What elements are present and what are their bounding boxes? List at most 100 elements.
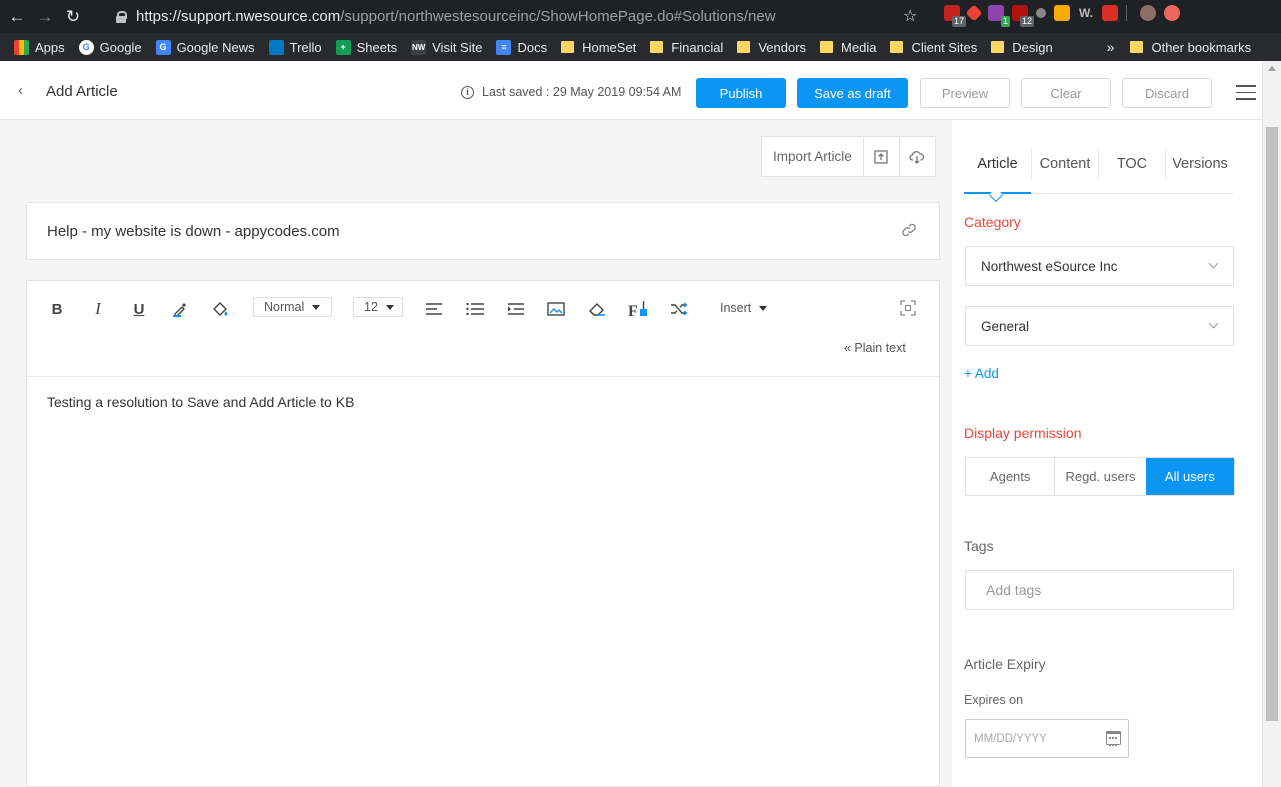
folder-icon [820,41,834,53]
menu-icon[interactable] [1236,85,1256,105]
bookmark-sheets[interactable]: + Sheets [335,39,397,55]
light-extension-icon[interactable] [1036,8,1046,18]
bullet-list-icon[interactable] [466,299,484,319]
bookmark-media[interactable]: Media [820,40,876,55]
article-expiry-label: Article Expiry [964,656,1046,672]
text-color-icon[interactable] [171,299,189,319]
docs-icon: ≡ [496,39,512,55]
caret-down-icon [312,304,321,310]
bookmark-visit-site[interactable]: NW Visit Site [411,39,482,55]
tab-content[interactable]: Content [1031,148,1098,180]
w-extension-icon[interactable]: W. [1078,5,1094,21]
fullscreen-icon[interactable] [900,300,916,319]
address-bar[interactable]: https://support.nwesource.com/support/no… [110,4,932,29]
calendar-icon[interactable] [1106,731,1121,746]
plain-text-toggle[interactable]: « Plain text [844,341,906,355]
background-color-icon[interactable] [211,299,231,319]
permission-toggle: Agents Regd. users All users [965,457,1235,496]
underline-icon[interactable]: U [131,299,147,319]
bookmark-star-icon[interactable]: ☆ [903,6,917,26]
import-article-button[interactable]: Import Article [762,137,863,176]
arrow-extension-icon[interactable] [965,4,983,22]
trello-icon [268,39,284,55]
category-select[interactable]: Northwest eSource Inc [965,246,1234,286]
scroll-thumb[interactable] [1266,127,1278,721]
back-icon[interactable]: ‹ [18,82,23,99]
url-host: https://support.nwesource.com [136,8,341,25]
link-icon[interactable] [901,222,917,242]
tab-article[interactable]: Article [964,148,1031,180]
folder-select[interactable]: General [965,306,1234,346]
preview-button[interactable]: Preview [920,78,1010,108]
upload-icon[interactable] [862,137,899,176]
bookmark-other[interactable]: Other bookmarks [1130,40,1251,55]
toolbar-divider [1126,5,1132,21]
clear-button[interactable]: Clear [1021,78,1111,108]
shuffle-icon[interactable] [670,299,688,319]
folder-icon [991,41,1005,53]
category-label: Category [964,214,1021,230]
caret-down-icon [759,305,768,311]
image-icon[interactable] [547,299,565,319]
bookmark-trello[interactable]: Trello [268,39,322,55]
last-saved-status: i Last saved : 29 May 2019 09:54 AM [461,85,681,99]
folder-icon [737,41,751,53]
app-header: ‹ Add Article i Last saved : 29 May 2019… [0,61,1262,120]
bookmark-google-news[interactable]: G Google News [155,39,255,55]
bookmark-google[interactable]: G Google [78,39,142,55]
insert-menu[interactable]: Insert [720,301,768,315]
folder-icon [650,41,664,53]
bookmark-homeset[interactable]: HomeSet [561,40,636,55]
tool-extension-icon[interactable]: 12 [1012,5,1034,27]
update-icon[interactable] [1164,5,1180,21]
pen-extension-icon[interactable]: 1 [988,5,1010,27]
bookmarks-overflow[interactable]: » [1107,39,1115,55]
profile-avatar-icon[interactable] [1140,5,1156,21]
puzzle-extension-icon[interactable] [1054,5,1070,21]
calendar-extension-icon[interactable]: 17 [944,5,966,27]
browser-reload-icon[interactable]: ↻ [62,6,84,28]
apps-grid-icon [14,39,29,55]
pdf-extension-icon[interactable] [1102,5,1118,21]
bookmark-apps[interactable]: Apps [14,39,65,55]
align-left-icon[interactable] [425,299,443,319]
permission-agents[interactable]: Agents [966,458,1054,495]
publish-button[interactable]: Publish [696,78,786,108]
permission-regd-users[interactable]: Regd. users [1054,458,1145,495]
folder-icon [890,41,904,53]
tab-toc[interactable]: TOC [1098,148,1165,180]
import-toolbar: Import Article [761,136,936,177]
italic-icon[interactable]: I [90,299,106,319]
page-scrollbar[interactable] [1262,61,1281,787]
side-tabs: Article Content TOC Versions [964,148,1234,203]
expiry-date-input[interactable]: MM/DD/YYYY [965,719,1129,758]
tab-versions[interactable]: Versions [1165,148,1234,180]
page-title: Add Article [46,83,118,100]
discard-button[interactable]: Discard [1122,78,1212,108]
eraser-icon[interactable] [588,299,606,319]
info-icon: i [461,85,474,99]
scroll-up-arrow-icon[interactable] [1268,66,1276,71]
bold-icon[interactable]: B [49,299,65,319]
bookmark-financial[interactable]: Financial [650,40,723,55]
font-size-select[interactable]: 12 [353,297,403,317]
editor-toolbar: B I U Normal 12 F Insert « Plain text [27,281,939,377]
cloud-download-icon[interactable] [898,137,935,176]
add-folder-link[interactable]: + Add [964,366,999,381]
tags-input[interactable]: Add tags [965,570,1234,610]
font-format-select[interactable]: Normal [253,297,332,317]
article-title-field[interactable]: Help - my website is down - appycodes.co… [26,202,940,260]
bookmark-client-sites[interactable]: Client Sites [890,40,977,55]
chevron-down-icon [1208,318,1219,329]
font-style-icon[interactable]: F [628,299,648,319]
indent-icon[interactable] [507,299,525,319]
bookmark-design[interactable]: Design [991,40,1053,55]
bookmark-docs[interactable]: ≡ Docs [496,39,547,55]
browser-back-icon[interactable]: ← [6,6,28,28]
article-settings-panel: Article Content TOC Versions Category No… [952,120,1262,787]
editor-content[interactable]: Testing a resolution to Save and Add Art… [47,394,354,410]
save-draft-button[interactable]: Save as draft [797,78,908,108]
permission-all-users[interactable]: All users [1145,458,1234,495]
browser-forward-icon[interactable]: → [34,6,56,28]
bookmark-vendors[interactable]: Vendors [737,40,806,55]
